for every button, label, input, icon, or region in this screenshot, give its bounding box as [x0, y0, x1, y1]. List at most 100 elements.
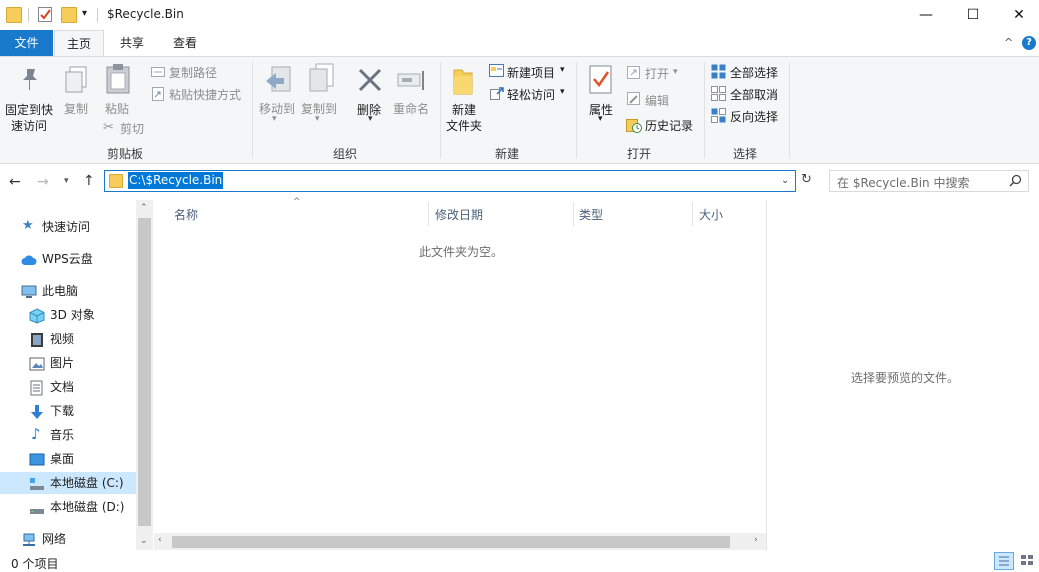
music-icon: ♪: [31, 425, 41, 443]
nav-label: 文档: [50, 380, 75, 394]
pin-to-quick-access-label-2: 速访问: [11, 119, 48, 133]
select-all-icon: [711, 64, 727, 83]
nav-pictures[interactable]: 图片: [0, 352, 136, 374]
address-path[interactable]: C:\$Recycle.Bin: [128, 172, 224, 189]
tab-view[interactable]: 查看: [162, 30, 208, 56]
nav-downloads[interactable]: 下载: [0, 400, 136, 422]
preview-pane-divider[interactable]: [766, 200, 767, 550]
copy-path-button[interactable]: 复制路径: [169, 64, 217, 81]
scroll-up-icon[interactable]: ⌃: [140, 203, 148, 213]
select-none-button[interactable]: 全部取消: [730, 86, 778, 103]
copy-icon: [64, 66, 90, 99]
customize-quick-access-icon[interactable]: ▾: [82, 8, 87, 19]
nav-desktop[interactable]: 桌面: [0, 448, 136, 470]
properties-icon: [589, 65, 613, 98]
network-icon: [21, 532, 35, 546]
tab-file[interactable]: 文件: [0, 30, 53, 56]
nav-drive-d[interactable]: 本地磁盘 (D:): [0, 496, 136, 518]
scissors-icon: ✂: [103, 120, 114, 135]
scroll-left-icon[interactable]: ‹: [158, 535, 162, 545]
nav-quick-access[interactable]: ★ 快速访问: [0, 216, 136, 238]
nav-label: 本地磁盘 (C:): [50, 476, 124, 490]
paste-shortcut-button[interactable]: 粘贴快捷方式: [169, 86, 241, 103]
collapse-ribbon-icon[interactable]: ^: [1004, 36, 1013, 49]
nav-drive-c[interactable]: 本地磁盘 (C:): [0, 472, 136, 494]
edit-button[interactable]: 编辑: [645, 92, 669, 109]
large-icons-view-icon[interactable]: [1018, 552, 1038, 570]
folder-icon: [6, 7, 22, 23]
refresh-icon[interactable]: ↻: [801, 172, 812, 187]
new-item-button[interactable]: 新建项目: [507, 64, 555, 81]
invert-selection-button[interactable]: 反向选择: [730, 108, 778, 125]
up-icon[interactable]: ↑: [83, 173, 95, 189]
pin-icon: ★: [22, 218, 34, 233]
ribbon-separator: [704, 62, 705, 158]
easy-access-icon: [490, 86, 504, 103]
nav-videos[interactable]: 视频: [0, 328, 136, 350]
cloud-icon: [21, 252, 37, 266]
select-all-button[interactable]: 全部选择: [730, 64, 778, 81]
search-icon[interactable]: [1009, 174, 1022, 190]
nav-network[interactable]: 网络: [0, 528, 136, 550]
nav-documents[interactable]: 文档: [0, 376, 136, 398]
column-divider[interactable]: [573, 202, 574, 226]
chevron-down-icon: ▾: [315, 114, 320, 124]
new-folder-button[interactable]: 新建: [452, 101, 476, 118]
scroll-down-icon[interactable]: ⌄: [140, 536, 148, 546]
address-history-icon[interactable]: ⌄: [781, 175, 789, 186]
back-icon[interactable]: ←: [9, 174, 21, 190]
help-icon[interactable]: ?: [1022, 36, 1036, 50]
rename-icon: [397, 70, 429, 95]
tab-home[interactable]: 主页: [54, 30, 104, 56]
scroll-right-icon[interactable]: ›: [754, 535, 758, 545]
minimize-button[interactable]: —: [903, 0, 949, 30]
horizontal-scroll-thumb[interactable]: [172, 536, 730, 548]
properties-quick-icon[interactable]: [38, 7, 52, 22]
copy-button[interactable]: 复制: [64, 100, 88, 117]
new-folder-quick-icon[interactable]: [61, 7, 77, 23]
forward-icon[interactable]: →: [37, 174, 49, 190]
history-button[interactable]: 历史记录: [645, 117, 693, 134]
nav-label: 快速访问: [42, 220, 91, 234]
ribbon-separator: [440, 62, 441, 158]
column-header-type[interactable]: 类型: [579, 206, 603, 223]
tab-share[interactable]: 共享: [110, 30, 154, 56]
open-button[interactable]: 打开: [645, 65, 669, 82]
column-divider[interactable]: [692, 202, 693, 226]
new-folder-icon: [452, 66, 474, 99]
easy-access-button[interactable]: 轻松访问: [507, 86, 555, 103]
recent-locations-icon[interactable]: ▾: [64, 176, 69, 186]
item-count: 0 个项目: [11, 557, 59, 571]
nav-this-pc[interactable]: 此电脑: [0, 280, 136, 302]
computer-icon: [21, 284, 37, 298]
pin-to-quick-access-button[interactable]: 固定到快: [5, 101, 53, 118]
organize-group-label: 组织: [332, 147, 357, 161]
column-header-name[interactable]: 名称: [174, 206, 198, 223]
sort-ascending-icon: ^: [293, 197, 301, 207]
nav-scroll-thumb[interactable]: [138, 218, 151, 526]
nav-3d-objects[interactable]: 3D 对象: [0, 304, 136, 326]
column-header-modified[interactable]: 修改日期: [435, 206, 483, 223]
nav-wps-cloud[interactable]: WPS云盘: [0, 248, 136, 270]
move-to-button[interactable]: 移动到: [259, 100, 295, 117]
ribbon-separator: [252, 62, 253, 158]
nav-label: 本地磁盘 (D:): [50, 500, 125, 514]
maximize-button[interactable]: ☐: [950, 0, 996, 30]
paste-button[interactable]: 粘贴: [105, 100, 129, 117]
column-header-size[interactable]: 大小: [699, 206, 723, 223]
pin-icon: [18, 66, 42, 97]
nav-music[interactable]: ♪ 音乐: [0, 424, 136, 446]
details-view-icon[interactable]: [994, 552, 1014, 570]
nav-label: 此电脑: [42, 284, 79, 298]
nav-label: 视频: [50, 332, 75, 346]
cut-button[interactable]: 剪切: [120, 120, 144, 137]
nav-label: WPS云盘: [42, 252, 93, 266]
search-placeholder: 在 $Recycle.Bin 中搜索: [837, 176, 970, 190]
chevron-down-icon: ▾: [272, 114, 277, 124]
copy-to-icon: [306, 63, 336, 100]
rename-button[interactable]: 重命名: [393, 100, 429, 117]
close-button[interactable]: ✕: [996, 0, 1039, 30]
column-divider[interactable]: [428, 202, 429, 226]
copy-path-icon: [151, 66, 165, 81]
cube-icon: [29, 308, 45, 324]
